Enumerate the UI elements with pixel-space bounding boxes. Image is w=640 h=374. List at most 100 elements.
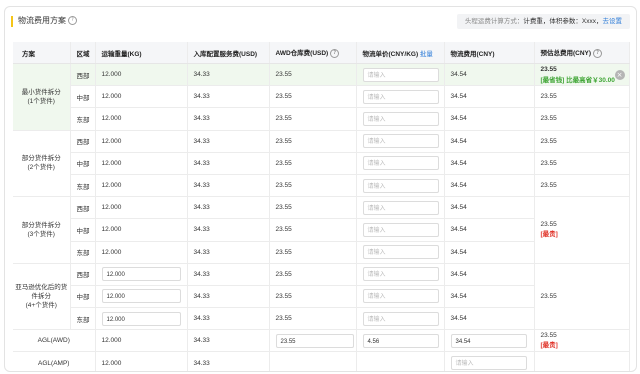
logistics-fee-input[interactable]: 请输入: [450, 356, 527, 371]
unit-price-input[interactable]: 请输入: [362, 178, 439, 193]
col-total-fee: 预估总费用(CNY)?: [534, 42, 630, 64]
close-icon[interactable]: ×: [614, 69, 625, 80]
unit-price-input[interactable]: 请输入: [362, 267, 439, 282]
plan-name: AGL(AMP): [13, 351, 96, 371]
awd-cell: 23.55: [269, 241, 357, 264]
inbound-cell: 34.33: [187, 130, 270, 153]
inbound-cell: 34.33: [187, 85, 270, 109]
region-cell: 中部: [70, 152, 96, 175]
inbound-cell: 34.33: [187, 152, 270, 175]
unit-price-cell: 请输入: [356, 218, 445, 242]
table-header-row: 方案 区域 运输重量(KG) 入库配置服务费(USD) AWD仓库费(USD)?…: [13, 42, 630, 64]
inbound-cell: 34.33: [187, 285, 270, 309]
qty-cell: 12.000: [95, 285, 188, 309]
total-value: 23.55: [540, 332, 557, 340]
qty-cell: 12.000: [95, 174, 188, 198]
table-row: 东部 12.000 34.33 23.55 请输入 34.54 23.55: [13, 174, 630, 198]
region-cell: 西部: [70, 196, 96, 220]
awd-cell: 23.55: [269, 218, 357, 242]
region-cell: 西部: [70, 63, 96, 87]
notice-prefix: 头程运费计算方式：: [464, 18, 524, 25]
unit-price-cell: 请输入: [356, 152, 445, 175]
col-awd-fee: AWD仓库费(USD)?: [269, 42, 357, 64]
qty-input[interactable]: 12.000: [101, 289, 181, 304]
plan-name: 最小货件拆分 (1个货件): [13, 63, 71, 131]
qty-cell: 12.000: [95, 152, 188, 175]
region-cell: 中部: [70, 218, 96, 242]
awd-cell: 23.55: [269, 152, 357, 175]
table-row: 部分货件拆分 (3个货件) 西部 12.000 34.33 23.55 请输入 3…: [13, 196, 630, 264]
region-cell: 西部: [70, 130, 96, 153]
unit-price-input[interactable]: 请输入: [362, 89, 439, 104]
panel-title: 物流费用方案?: [18, 15, 77, 26]
inbound-cell: 34.33: [187, 329, 270, 353]
settings-link[interactable]: 去设置: [603, 18, 623, 25]
qty-cell: 12.000: [95, 351, 188, 371]
inbound-cell: 34.33: [187, 107, 270, 131]
logistics-cell: 34.54: [444, 329, 535, 353]
unit-price-input[interactable]: 请输入: [362, 245, 439, 260]
unit-price-input[interactable]: 请输入: [362, 134, 439, 149]
most-expensive-tag: [最贵]: [540, 231, 558, 239]
unit-price-input[interactable]: 请输入: [362, 289, 439, 304]
logistics-cell: 请输入: [444, 351, 535, 371]
logistics-cell: 34.54: [444, 174, 535, 198]
plan-name: 部分货件拆分 (3个货件): [13, 196, 71, 264]
batch-link[interactable]: 批量: [420, 51, 433, 58]
unit-price-input[interactable]: 请输入: [362, 200, 439, 215]
help-icon[interactable]: ?: [68, 16, 77, 26]
table-row: 中部 12.000 34.33 23.55 请输入 34.54 23.55: [13, 152, 630, 175]
awd-fee-input[interactable]: 23.55: [275, 333, 354, 348]
unit-price-input[interactable]: 请输入: [362, 67, 439, 82]
unit-price-cell: 4.56: [356, 329, 445, 353]
help-icon[interactable]: ?: [330, 48, 340, 58]
qty-cell: 12.000: [95, 329, 188, 353]
logistics-cell: 34.54: [444, 152, 535, 175]
total-cell: 23.55: [534, 152, 630, 175]
unit-price-input[interactable]: 请输入: [362, 111, 439, 126]
qty-input[interactable]: 12.000: [101, 311, 181, 326]
qty-cell: 12.000: [95, 130, 188, 153]
col-awd-label: AWD仓库费(USD): [275, 50, 329, 58]
unit-price-input[interactable]: 请输入: [362, 156, 439, 171]
region-cell: 西部: [70, 263, 96, 286]
inbound-cell: 34.33: [187, 63, 270, 87]
awd-cell: 23.55: [269, 307, 357, 331]
col-qty: 运输重量(KG): [95, 42, 188, 64]
logistics-cell: 34.54: [444, 307, 535, 331]
inbound-cell: 34.33: [187, 196, 270, 220]
plan-name: 部分货件拆分 (2个货件): [13, 130, 71, 198]
total-cell: 23.55: [534, 85, 630, 109]
logistics-cell: 34.54: [444, 241, 535, 264]
unit-price-cell: 请输入: [356, 174, 445, 198]
unit-price-input[interactable]: 请输入: [362, 222, 439, 237]
plan-name: 亚马逊优化后的货件拆分 (4+个货件): [13, 263, 71, 331]
total-cell: 23.55: [534, 130, 630, 153]
qty-cell: 12.000: [95, 218, 188, 242]
panel-title-text: 物流费用方案: [18, 16, 66, 25]
title-accent-bar: [11, 16, 13, 27]
table-row: 中部 12.000 34.33 23.55 请输入 34.54 23.55: [13, 85, 630, 109]
unit-price-input[interactable]: 4.56: [362, 333, 439, 348]
col-unit-price-label: 物流单价(CNY/KG): [362, 50, 419, 58]
unit-price-cell: 请输入: [356, 130, 445, 153]
qty-input[interactable]: 12.000: [101, 267, 181, 282]
unit-price-input[interactable]: 请输入: [362, 311, 439, 326]
inbound-cell: 34.33: [187, 241, 270, 264]
logistics-fee-input[interactable]: 34.54: [450, 333, 527, 348]
total-cell: 23.55 [最省钱] 比最高省￥30.00 ×: [534, 63, 630, 87]
awd-cell: 23.55: [269, 107, 357, 131]
inbound-cell: 34.33: [187, 263, 270, 286]
help-icon[interactable]: ?: [593, 48, 603, 58]
inbound-cell: 34.33: [187, 351, 270, 371]
table-row: AGL(AWD) 12.000 34.33 23.55 4.56 34.54 2…: [13, 329, 630, 353]
region-cell: 东部: [70, 107, 96, 131]
unit-price-cell: 请输入: [356, 107, 445, 131]
plan-name: AGL(AWD): [13, 329, 96, 353]
qty-cell: 12.000: [95, 107, 188, 131]
region-cell: 东部: [70, 174, 96, 198]
logistics-cell: 34.54: [444, 196, 535, 220]
table-row: AGL(AMP) 12.000 34.33 请输入: [13, 351, 630, 371]
awd-cell: 23.55: [269, 329, 357, 353]
col-total-label: 预估总费用(CNY): [540, 50, 592, 58]
